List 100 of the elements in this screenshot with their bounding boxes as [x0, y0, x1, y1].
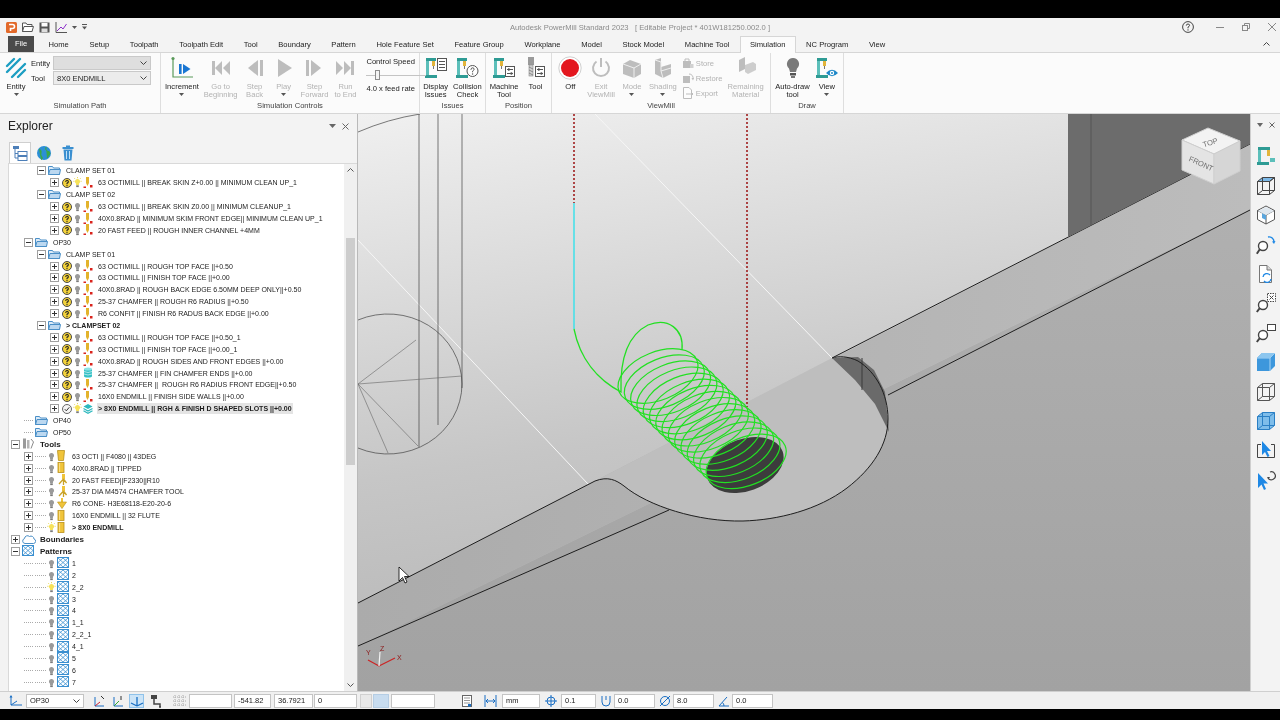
caret-icon[interactable]: [72, 25, 77, 29]
bulb-icon[interactable]: [73, 284, 82, 296]
bulb-icon[interactable]: [73, 343, 82, 355]
bulb-icon[interactable]: [47, 617, 56, 629]
bulb-icon[interactable]: [47, 605, 56, 617]
expand-toggle[interactable]: [50, 309, 59, 319]
slider-thumb[interactable]: [374, 70, 380, 80]
expand-toggle[interactable]: [24, 237, 33, 247]
expand-toggle[interactable]: [50, 368, 59, 378]
bulb-icon[interactable]: [73, 272, 82, 284]
expand-toggle[interactable]: [37, 166, 46, 176]
expand-toggle[interactable]: [50, 344, 59, 354]
close-icon[interactable]: [1268, 23, 1276, 31]
expand-toggle[interactable]: [50, 261, 59, 271]
expand-toggle[interactable]: [24, 463, 33, 473]
caret-icon[interactable]: [1256, 123, 1263, 127]
select-box-icon[interactable]: [1255, 440, 1276, 461]
select-undo-icon[interactable]: [1255, 469, 1276, 490]
bulb-icon[interactable]: [47, 498, 56, 510]
bulb-icon[interactable]: [73, 367, 82, 379]
bulb-icon[interactable]: [73, 224, 82, 236]
bulb-icon[interactable]: [73, 201, 82, 213]
bulb-icon[interactable]: [73, 308, 82, 320]
input-field[interactable]: [391, 693, 435, 708]
zoom-extents-icon[interactable]: [1255, 293, 1276, 314]
expand-toggle[interactable]: [24, 487, 33, 497]
expand-toggle[interactable]: [50, 380, 59, 390]
expand-toggle[interactable]: [37, 190, 46, 200]
app-logo-icon[interactable]: [6, 21, 17, 33]
expand-toggle[interactable]: [37, 321, 46, 330]
bulb-icon[interactable]: [47, 593, 56, 605]
transparent-cube-icon[interactable]: [1255, 410, 1276, 431]
bulb-icon[interactable]: [47, 486, 56, 498]
cube-top-icon[interactable]: [1255, 175, 1276, 196]
model-view[interactable]: [358, 114, 1250, 691]
tree-root-item[interactable]: Tools: [39, 438, 62, 450]
help-icon[interactable]: [1182, 21, 1194, 33]
bulb-icon[interactable]: [47, 450, 56, 462]
save-icon[interactable]: [39, 21, 50, 33]
lit-bulb-icon[interactable]: [73, 177, 82, 189]
expand-toggle[interactable]: [11, 546, 20, 556]
bulb-icon[interactable]: [47, 664, 56, 676]
expand-toggle[interactable]: [50, 332, 59, 342]
expand-toggle[interactable]: [50, 285, 59, 295]
expand-toggle[interactable]: [50, 392, 59, 402]
bulb-icon[interactable]: [73, 213, 82, 224]
lit-bulb-icon[interactable]: [47, 522, 56, 534]
customize-icon[interactable]: [82, 24, 87, 30]
expand-toggle[interactable]: [24, 511, 33, 521]
bulb-icon[interactable]: [73, 331, 82, 343]
tree-root-item[interactable]: Boundaries: [39, 534, 85, 546]
bulb-icon[interactable]: [47, 629, 56, 641]
expand-toggle[interactable]: [37, 249, 46, 259]
expand-toggle[interactable]: [50, 214, 59, 223]
restore-icon[interactable]: [1242, 23, 1250, 31]
bulb-icon[interactable]: [73, 379, 82, 391]
width-icon[interactable]: [484, 694, 497, 707]
expand-toggle[interactable]: [50, 297, 59, 307]
zoom-box-icon[interactable]: [1255, 322, 1276, 343]
expand-toggle[interactable]: [50, 178, 59, 188]
open-folder-icon[interactable]: [22, 22, 34, 32]
collapse-ribbon-icon[interactable]: [1263, 42, 1270, 46]
expand-toggle[interactable]: [50, 202, 59, 212]
toggle-button[interactable]: [110, 693, 125, 708]
scroll-down-icon[interactable]: [347, 683, 354, 687]
toggle-button[interactable]: [373, 693, 389, 708]
document-icon[interactable]: [462, 694, 472, 707]
bulb-icon[interactable]: [47, 676, 56, 688]
viewcube-icon[interactable]: [1181, 127, 1241, 185]
chart-line-icon[interactable]: [55, 21, 67, 33]
caret-icon[interactable]: [329, 124, 336, 128]
lit-bulb-icon[interactable]: [47, 581, 56, 593]
bulb-icon[interactable]: [73, 296, 82, 308]
bulb-icon[interactable]: [73, 391, 82, 403]
close-icon[interactable]: [1268, 122, 1275, 128]
toggle-button[interactable]: [91, 693, 106, 708]
expand-toggle[interactable]: [24, 475, 33, 485]
trash-icon[interactable]: [62, 145, 74, 161]
expand-toggle[interactable]: [24, 451, 33, 461]
expand-toggle[interactable]: [50, 273, 59, 283]
expand-toggle[interactable]: [50, 356, 59, 366]
expand-toggle[interactable]: [50, 225, 59, 235]
tree-root-item[interactable]: Patterns: [39, 545, 73, 557]
lit-bulb-icon[interactable]: [73, 403, 82, 415]
zoom-rotate-icon[interactable]: [1255, 234, 1276, 255]
toggle-button[interactable]: [129, 693, 144, 708]
scrollbar-thumb[interactable]: [346, 238, 355, 465]
expand-toggle[interactable]: [50, 404, 59, 414]
bulb-icon[interactable]: [47, 462, 56, 474]
scroll-up-icon[interactable]: [347, 168, 354, 172]
bulb-icon[interactable]: [73, 355, 82, 367]
toggle-button[interactable]: [148, 693, 163, 708]
input-field[interactable]: [189, 693, 232, 708]
toggle-button[interactable]: [360, 693, 372, 708]
bulb-icon[interactable]: [47, 652, 56, 664]
cube-icon[interactable]: [1255, 205, 1276, 226]
bulb-icon[interactable]: [47, 557, 56, 569]
axes-icon[interactable]: [8, 694, 23, 707]
expand-toggle[interactable]: [24, 523, 33, 533]
expand-toggle[interactable]: [11, 439, 20, 449]
